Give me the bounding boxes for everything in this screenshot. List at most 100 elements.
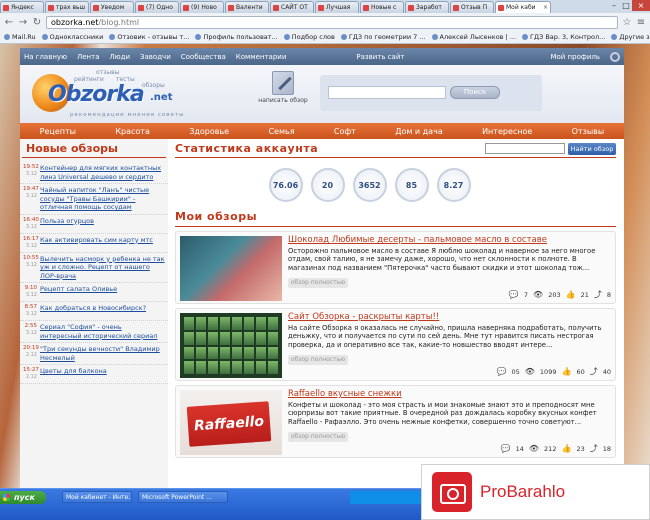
topnav-feed[interactable]: Лента bbox=[77, 53, 100, 61]
review-metrics: 💬 14 👁 212 👍 23 ⤴ 18 bbox=[500, 443, 611, 454]
bookmark-icon bbox=[4, 34, 10, 40]
window-controls: – □ × bbox=[608, 0, 650, 11]
gear-icon[interactable] bbox=[610, 51, 620, 62]
bookmark-icon bbox=[340, 34, 347, 40]
review-search-input[interactable] bbox=[485, 143, 565, 154]
news-link[interactable]: Вылечить насморк у ребенка не так уж и с… bbox=[40, 255, 165, 281]
start-button[interactable]: пуск bbox=[0, 491, 46, 504]
taskbar-item[interactable]: Microsoft PowerPoint ... bbox=[138, 491, 228, 503]
topnav-communities[interactable]: Сообщества bbox=[181, 53, 226, 61]
bookmark[interactable]: Профиль пользоват... bbox=[195, 33, 278, 41]
like-icon[interactable]: 👍 bbox=[566, 290, 576, 299]
review-excerpt: Конфеты и шоколад - это моя страсть и мо… bbox=[288, 401, 597, 426]
news-link[interactable]: Сериал "София" - очень интересный истори… bbox=[40, 323, 165, 340]
list-item: 10:55 3.12 Вылечить насморк у ребенка не т… bbox=[20, 253, 168, 283]
browser-tab[interactable]: Новые с bbox=[360, 1, 404, 13]
browser-tab[interactable]: трах вьш bbox=[45, 1, 89, 13]
share-icon[interactable]: ⤴ bbox=[590, 366, 598, 377]
like-icon[interactable]: 👍 bbox=[561, 444, 571, 453]
topnav-profile[interactable]: Мой профиль bbox=[550, 53, 600, 61]
find-review-button[interactable]: Найти обзор bbox=[568, 142, 616, 155]
list-item: 8:57 3.12 Как добраться в Новосибирск? bbox=[20, 302, 168, 321]
category-family[interactable]: Семья bbox=[268, 127, 294, 136]
category-beauty[interactable]: Красота bbox=[115, 127, 150, 136]
menu-icon[interactable]: ≡ bbox=[636, 17, 646, 28]
eye-icon: 👁 bbox=[524, 367, 535, 376]
site-header: отзывы рейтинги тесты обзоры Obzorka .ne… bbox=[20, 65, 624, 123]
topnav-people[interactable]: Люди bbox=[109, 53, 130, 61]
browser-tab[interactable]: Отзыв П bbox=[450, 1, 494, 13]
bookmark[interactable]: Алексей Лысенков | ... bbox=[431, 33, 516, 41]
browser-tab[interactable]: (9) Ново bbox=[180, 1, 224, 13]
news-link[interactable]: Контейнер для мягких контактных линз Uni… bbox=[40, 164, 165, 181]
share-icon[interactable]: ⤴ bbox=[594, 289, 602, 300]
news-link[interactable]: Польза огурцов bbox=[40, 217, 94, 231]
forward-icon[interactable]: → bbox=[18, 17, 28, 28]
url-input[interactable]: obzorka.net/blog.html bbox=[46, 15, 618, 29]
maximize-icon[interactable]: □ bbox=[620, 0, 632, 11]
review-excerpt: Осторожно пальмовое масло в составе Я лю… bbox=[288, 247, 596, 272]
news-link[interactable]: "Три секунды вечности" Владимир Несмелый bbox=[40, 345, 165, 362]
browser-tab[interactable]: Яндекс bbox=[0, 1, 44, 13]
taskbar-item[interactable]: Мой кабинет - Инте... bbox=[62, 491, 132, 503]
share-icon[interactable]: ⤴ bbox=[590, 443, 598, 454]
bookmark[interactable]: ГДЗ по геометрии 7 ... bbox=[340, 33, 426, 41]
topnav-develop[interactable]: Развить сайт bbox=[356, 53, 404, 61]
browser-tab[interactable]: Лучшая bbox=[315, 1, 359, 13]
bookmark[interactable]: Подбор слов bbox=[283, 33, 335, 41]
stats-circles: 76.06 20 3652 85 8.27 bbox=[175, 168, 624, 202]
close-window-icon[interactable]: × bbox=[632, 0, 650, 11]
browser-tab-active[interactable]: Мой каби × bbox=[495, 1, 551, 13]
site-logo[interactable]: отзывы рейтинги тесты обзоры Obzorka .ne… bbox=[32, 68, 192, 120]
news-link[interactable]: Цветы для балкона bbox=[40, 367, 107, 381]
review-title[interactable]: Шоколад Любимые десерты - пальмовое масл… bbox=[288, 235, 547, 245]
comment-icon: 💬 bbox=[508, 290, 519, 299]
back-icon[interactable]: ← bbox=[4, 17, 14, 28]
close-tab-icon[interactable]: × bbox=[543, 4, 548, 11]
news-link[interactable]: Чайный напиток "Ланъ" чистые сосуды "Тра… bbox=[40, 186, 165, 212]
browser-tab[interactable]: Заработ bbox=[405, 1, 449, 13]
read-more-button[interactable]: обзор полностью bbox=[288, 278, 348, 288]
browser-tab[interactable]: (7) Одно bbox=[135, 1, 179, 13]
news-link[interactable]: Как добраться в Новосибирск? bbox=[40, 304, 146, 318]
stat-circle: 76.06 bbox=[268, 168, 303, 202]
topnav-comments[interactable]: Комментарии bbox=[236, 53, 287, 61]
tab-favicon bbox=[273, 4, 279, 11]
review-card: Сайт Обзорка - раскрыты карты!! На сайте… bbox=[175, 308, 616, 381]
bookmarks-bar: Mail.Ru Одноклассники Отзовик - отзывы т… bbox=[0, 31, 650, 44]
minimize-icon[interactable]: – bbox=[608, 0, 620, 11]
review-thumbnail[interactable] bbox=[180, 313, 282, 378]
write-review-button[interactable]: написать обзор bbox=[258, 71, 308, 104]
review-thumbnail[interactable]: Raffaello bbox=[180, 390, 282, 455]
browser-tab[interactable]: Уведом bbox=[90, 1, 134, 13]
read-more-button[interactable]: обзор полностью bbox=[288, 432, 348, 442]
category-home[interactable]: Дом и дача bbox=[395, 127, 443, 136]
product-box: Raffaello bbox=[186, 401, 272, 447]
reload-icon[interactable]: ↻ bbox=[32, 17, 42, 28]
category-health[interactable]: Здоровье bbox=[189, 127, 229, 136]
bookmark[interactable]: Mail.Ru bbox=[4, 33, 36, 41]
category-software[interactable]: Софт bbox=[334, 127, 356, 136]
bookmark[interactable]: ГДЗ Вар. 3, Контрол... bbox=[522, 33, 605, 41]
read-more-button[interactable]: обзор полностью bbox=[288, 355, 348, 365]
search-input[interactable] bbox=[328, 86, 446, 99]
category-interesting[interactable]: Интересное bbox=[482, 127, 532, 136]
bookmark[interactable]: Одноклассники bbox=[41, 33, 103, 41]
browser-tab[interactable]: САЙТ ОТ bbox=[270, 1, 314, 13]
category-recipes[interactable]: Рецепты bbox=[40, 127, 76, 136]
review-title[interactable]: Сайт Обзорка - раскрыты карты!! bbox=[288, 312, 439, 322]
bookmark[interactable]: Отзовик - отзывы т... bbox=[109, 33, 189, 41]
camera-icon bbox=[432, 472, 472, 512]
news-link[interactable]: Как активировать сим карту мтс bbox=[40, 236, 153, 250]
like-icon[interactable]: 👍 bbox=[561, 367, 571, 376]
topnav-breeders[interactable]: Заводчи bbox=[140, 53, 171, 61]
star-icon[interactable]: ☆ bbox=[622, 17, 632, 28]
review-thumbnail[interactable] bbox=[180, 236, 282, 301]
other-bookmarks[interactable]: Другие закладки bbox=[611, 33, 650, 41]
topnav-home[interactable]: На главную bbox=[24, 53, 67, 61]
category-reviews[interactable]: Отзывы bbox=[572, 127, 605, 136]
search-button[interactable]: Поиск bbox=[450, 86, 500, 99]
news-link[interactable]: Рецепт салата Оливье bbox=[40, 285, 117, 299]
browser-tab[interactable]: Валенти bbox=[225, 1, 269, 13]
review-title[interactable]: Raffaello вкусные снежки bbox=[288, 389, 402, 399]
